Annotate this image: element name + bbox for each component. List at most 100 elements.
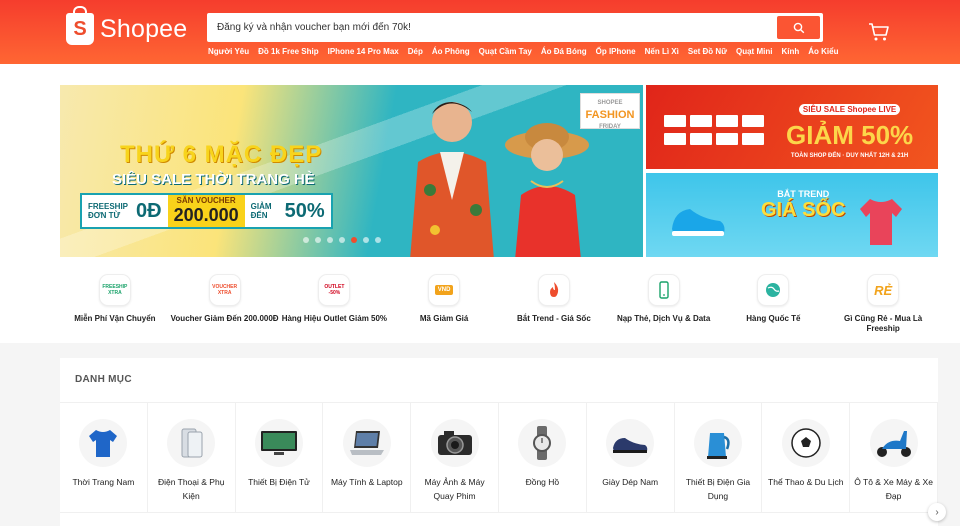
- brand-logo: [690, 133, 712, 145]
- watch-icon: [518, 419, 567, 467]
- cart-icon[interactable]: [868, 22, 890, 42]
- brand-logo: [664, 133, 686, 145]
- feature-international[interactable]: Hàng Quốc Tế: [719, 274, 829, 338]
- keyword-link[interactable]: Quạt Cầm Tay: [479, 47, 532, 56]
- sale-headline: GIẢM 50%: [786, 120, 914, 150]
- category-label: Thời Trang Nam: [72, 477, 135, 487]
- smartphone-icon: [167, 419, 216, 467]
- search-input[interactable]: [217, 13, 767, 42]
- category-next-button[interactable]: ›: [928, 503, 946, 521]
- keyword-link[interactable]: Đồ 1k Free Ship: [258, 47, 318, 56]
- voucher-value: 200.000: [173, 205, 239, 225]
- feature-outlet[interactable]: OUTLET -50% Hàng Hiệu Outlet Giảm 50%: [280, 274, 390, 338]
- feature-label: Mã Giảm Giá: [419, 314, 469, 323]
- trending-keywords: Người Yêu Đồ 1k Free Ship IPhone 14 Pro …: [208, 47, 847, 56]
- search-button[interactable]: [777, 16, 820, 39]
- category-item[interactable]: Thể Thao & Du Lịch: [762, 403, 851, 513]
- freeship-offer: FREESHIP ĐƠN TỪ 0Đ: [82, 195, 168, 227]
- voucher-xtra-icon: VOUCHER XTRA: [208, 274, 241, 306]
- feature-voucher[interactable]: VOUCHER XTRA Voucher Giảm Đến 200.000Đ: [170, 274, 280, 338]
- keyword-link[interactable]: Nến Lì Xì: [645, 47, 679, 56]
- feature-coupon[interactable]: VND Mã Giảm Giá: [389, 274, 499, 338]
- shoe-icon: [606, 419, 655, 467]
- banner-subtitle: SIÊU SALE THỜI TRANG HÈ: [112, 171, 315, 188]
- carousel-dot[interactable]: [339, 237, 345, 243]
- category-item[interactable]: Đồng Hồ: [498, 403, 587, 513]
- category-item[interactable]: Ô Tô & Xe Máy & Xe Đạp: [850, 403, 938, 513]
- freeship-label: FREESHIP ĐƠN TỪ: [88, 202, 128, 220]
- freeship-icon-text: FREESHIP XTRA: [102, 284, 128, 296]
- category-item[interactable]: Máy Ảnh & Máy Quay Phim: [411, 403, 499, 513]
- feature-shortcuts: FREESHIP XTRA Miễn Phí Vận Chuyển VOUCHE…: [60, 274, 938, 338]
- category-label: Thiết Bị Điện Tử: [248, 477, 310, 487]
- discount-label: GIẢM ĐẾN: [250, 202, 272, 220]
- category-label: Thiết Bị Điện Gia Dụng: [685, 477, 751, 501]
- category-item[interactable]: Thiết Bị Điện Tử: [235, 403, 324, 513]
- category-heading: DANH MỤC: [75, 374, 132, 385]
- carousel-dot[interactable]: [363, 237, 369, 243]
- fire-icon: [549, 282, 559, 297]
- keyword-link[interactable]: IPhone 14 Pro Max: [328, 47, 399, 56]
- feature-trend[interactable]: Bắt Trend - Giá Sốc: [499, 274, 609, 338]
- feature-topup[interactable]: Nạp Thẻ, Dịch Vụ & Data: [609, 274, 719, 338]
- shirt-image: [860, 199, 902, 245]
- feature-label: Hàng Quốc Tế: [746, 314, 801, 323]
- category-label: Thể Thao & Du Lịch: [768, 477, 844, 487]
- outlet-icon: OUTLET -50%: [318, 274, 351, 306]
- feature-cheap[interactable]: RẺ Gì Cũng Rẻ - Mua Là Freeship: [828, 274, 938, 338]
- category-panel: DANH MỤC Thời Trang Nam Điện Thoại & Phụ…: [60, 358, 938, 526]
- shopee-logo[interactable]: S Shopee: [66, 6, 188, 46]
- keyword-link[interactable]: Dép: [408, 47, 423, 56]
- tv-icon: [254, 419, 303, 467]
- side-banner-sale[interactable]: SIÊU SALE Shopee LIVE GIẢM 50% TOÀN SHOP…: [646, 85, 938, 169]
- keyword-link[interactable]: Ốp IPhone: [596, 47, 636, 56]
- voucher-vnd-icon: VND: [428, 274, 461, 306]
- sale-text: SIÊU SALE Shopee LIVE GIẢM 50% TOÀN SHOP…: [786, 99, 913, 159]
- carousel-dot-active[interactable]: [351, 237, 357, 243]
- sneaker-image: [672, 209, 725, 236]
- side-banner-trend[interactable]: BẮT TREND GIÁ SỐC: [646, 173, 938, 257]
- carousel-dot[interactable]: [327, 237, 333, 243]
- keyword-link[interactable]: Áo Phông: [432, 47, 470, 56]
- badge-top: SHOPEE: [597, 100, 623, 106]
- voucher-icon-text: VOUCHER XTRA: [212, 284, 238, 296]
- category-item[interactable]: Thiết Bị Điện Gia Dụng: [674, 403, 763, 513]
- keyword-link[interactable]: Kính: [781, 47, 799, 56]
- trend-line-2: GIÁ SỐC: [761, 199, 846, 221]
- search-icon: [793, 22, 804, 33]
- keyword-link[interactable]: Quạt Mini: [736, 47, 772, 56]
- trend-line-1: BẮT TREND: [777, 189, 830, 199]
- keyword-link[interactable]: Set Đồ Nữ: [688, 47, 727, 56]
- re-icon-text: RẺ: [874, 282, 893, 298]
- vnd-icon-text: VND: [434, 285, 454, 295]
- category-label: Giày Dép Nam: [602, 477, 659, 487]
- keyword-link[interactable]: Áo Đá Bóng: [541, 47, 587, 56]
- keyword-link[interactable]: Áo Kiểu: [808, 47, 838, 56]
- main-promo-banner[interactable]: THỨ 6 MẶC ĐẸP SIÊU SALE THỜI TRANG HÈ FR…: [60, 85, 643, 257]
- sale-note: TOÀN SHOP ĐẾN · DUY NHẤT 12H & 21H: [790, 153, 909, 159]
- voucher-offer: SĂN VOUCHER 200.000: [167, 195, 245, 227]
- feature-label: Nạp Thẻ, Dịch Vụ & Data: [616, 314, 711, 323]
- phone-topup-icon: [647, 274, 680, 306]
- carousel-dot[interactable]: [303, 237, 309, 243]
- feature-freeship[interactable]: FREESHIP XTRA Miễn Phí Vận Chuyển: [60, 274, 170, 338]
- freeship-xtra-icon: FREESHIP XTRA: [98, 274, 131, 306]
- carousel-dot[interactable]: [315, 237, 321, 243]
- feature-label: Miễn Phí Vận Chuyển: [74, 314, 156, 323]
- trend-text: BẮT TREND GIÁ SỐC: [761, 189, 845, 222]
- category-item[interactable]: Máy Tính & Laptop: [323, 403, 412, 513]
- football-icon: [781, 419, 830, 467]
- category-label: Đồng Hồ: [525, 477, 560, 487]
- category-item[interactable]: Giày Dép Nam: [586, 403, 675, 513]
- scooter-icon: [869, 419, 918, 467]
- badge-main: FASHION: [585, 109, 635, 121]
- carousel-dots: [303, 237, 381, 243]
- carousel-dot[interactable]: [375, 237, 381, 243]
- voucher-label: SĂN VOUCHER: [176, 196, 236, 205]
- keyword-link[interactable]: Người Yêu: [208, 47, 249, 56]
- camera-icon: [430, 419, 479, 467]
- search-bar: [207, 13, 823, 42]
- logo-text: Shopee: [100, 14, 188, 43]
- category-item[interactable]: Điện Thoại & Phụ Kiện: [147, 403, 236, 513]
- category-item[interactable]: Thời Trang Nam: [60, 403, 148, 513]
